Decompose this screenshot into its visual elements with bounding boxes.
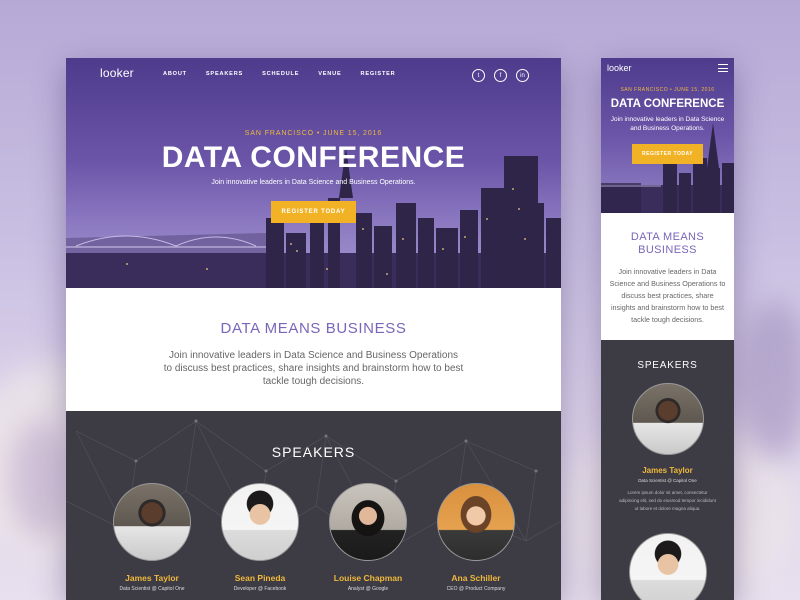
speaker-role: CEO @ Product Company: [446, 586, 506, 592]
speaker-role: Data Scientist @ Capitol One: [119, 586, 185, 592]
avatar: [437, 483, 515, 561]
nav-speakers[interactable]: SPEAKERS: [206, 71, 243, 77]
speakers-heading: SPEAKERS: [637, 360, 698, 371]
hero-eyebrow: SAN FRANCISCO • JUNE 15, 2016: [244, 130, 383, 137]
speaker-card[interactable]: Ana Schiller CEO @ Product Company: [421, 483, 531, 592]
speaker-role: Developer @ Facebook: [233, 586, 287, 592]
hero-section: looker ABOUT SPEAKERS SCHEDULE VENUE REG…: [66, 58, 561, 288]
twitter-icon[interactable]: t: [472, 69, 485, 82]
avatar: [221, 483, 299, 561]
linkedin-icon[interactable]: in: [516, 69, 529, 82]
avatar: [113, 483, 191, 561]
mobile-hero-text: SAN FRANCISCO • JUNE 15, 2016 DATA CONFE…: [601, 87, 734, 164]
register-button[interactable]: REGISTER TODAY: [270, 201, 357, 223]
speakers-heading: SPEAKERS: [271, 444, 356, 460]
speaker-card[interactable]: James Taylor Data Scientist @ Capitol On…: [97, 483, 207, 592]
speaker-name: Sean Pineda: [234, 573, 286, 583]
hero-eyebrow: SAN FRANCISCO • JUNE 15, 2016: [620, 87, 715, 93]
about-heading: DATA MEANS BUSINESS: [630, 231, 705, 256]
hero-title: DATA CONFERENCE: [161, 141, 466, 174]
top-nav: looker ABOUT SPEAKERS SCHEDULE VENUE REG…: [66, 58, 561, 92]
hamburger-menu-icon[interactable]: [718, 64, 728, 75]
about-heading: DATA MEANS BUSINESS: [220, 320, 407, 337]
mobile-mockup: looker SAN FRANCISCO • JUNE 15, 2016 DAT…: [601, 58, 734, 600]
speaker-role: Analyst @ Google: [347, 586, 389, 592]
speakers-section: SPEAKERS James Taylor Data Scientist @ C…: [66, 411, 561, 600]
logo[interactable]: looker: [100, 66, 134, 80]
nav-links: ABOUT SPEAKERS SCHEDULE VENUE REGISTER: [163, 71, 415, 77]
hero-subtitle: Join innovative leaders in Data Science …: [610, 116, 725, 132]
speaker-name: Ana Schiller: [451, 573, 501, 583]
mobile-speakers-section: SPEAKERS James Taylor Data Scientist @ C…: [601, 340, 734, 600]
logo-text: looker: [100, 66, 134, 80]
hero-subtitle: Join innovative leaders in Data Science …: [211, 179, 416, 186]
facebook-icon[interactable]: f: [494, 69, 507, 82]
hero-title: DATA CONFERENCE: [610, 98, 725, 110]
nav-venue[interactable]: VENUE: [318, 71, 341, 77]
speaker-name: James Taylor: [642, 466, 693, 475]
desktop-mockup: looker ABOUT SPEAKERS SCHEDULE VENUE REG…: [66, 58, 561, 600]
avatar: [329, 483, 407, 561]
speaker-bio: Lorem ipsum dolor sit amet, consectetur …: [619, 490, 716, 511]
speaker-role: Data Scientist @ Capitol One: [638, 478, 697, 483]
speaker-card[interactable]: Louise Chapman Analyst @ Google: [313, 483, 423, 592]
social-links: t f in: [472, 69, 529, 82]
mobile-hero: looker SAN FRANCISCO • JUNE 15, 2016 DAT…: [601, 58, 734, 213]
avatar[interactable]: [631, 383, 704, 455]
speaker-name: Louise Chapman: [333, 573, 403, 583]
nav-about[interactable]: ABOUT: [163, 71, 187, 77]
about-section: DATA MEANS BUSINESS Join innovative lead…: [66, 288, 561, 411]
speaker-name: James Taylor: [125, 573, 179, 583]
hero-text: SAN FRANCISCO • JUNE 15, 2016 DATA CONFE…: [66, 130, 561, 223]
speaker-card[interactable]: Sean Pineda Developer @ Facebook: [205, 483, 315, 592]
nav-schedule[interactable]: SCHEDULE: [262, 71, 299, 77]
about-body: Join innovative leaders in Data Science …: [609, 267, 726, 324]
mobile-about-section: DATA MEANS BUSINESS Join innovative lead…: [601, 213, 734, 340]
nav-register[interactable]: REGISTER: [361, 71, 396, 77]
logo[interactable]: looker: [607, 63, 632, 73]
about-body: Join innovative leaders in Data Science …: [163, 350, 464, 387]
register-button[interactable]: REGISTER TODAY: [632, 144, 703, 164]
avatar[interactable]: [628, 533, 707, 600]
